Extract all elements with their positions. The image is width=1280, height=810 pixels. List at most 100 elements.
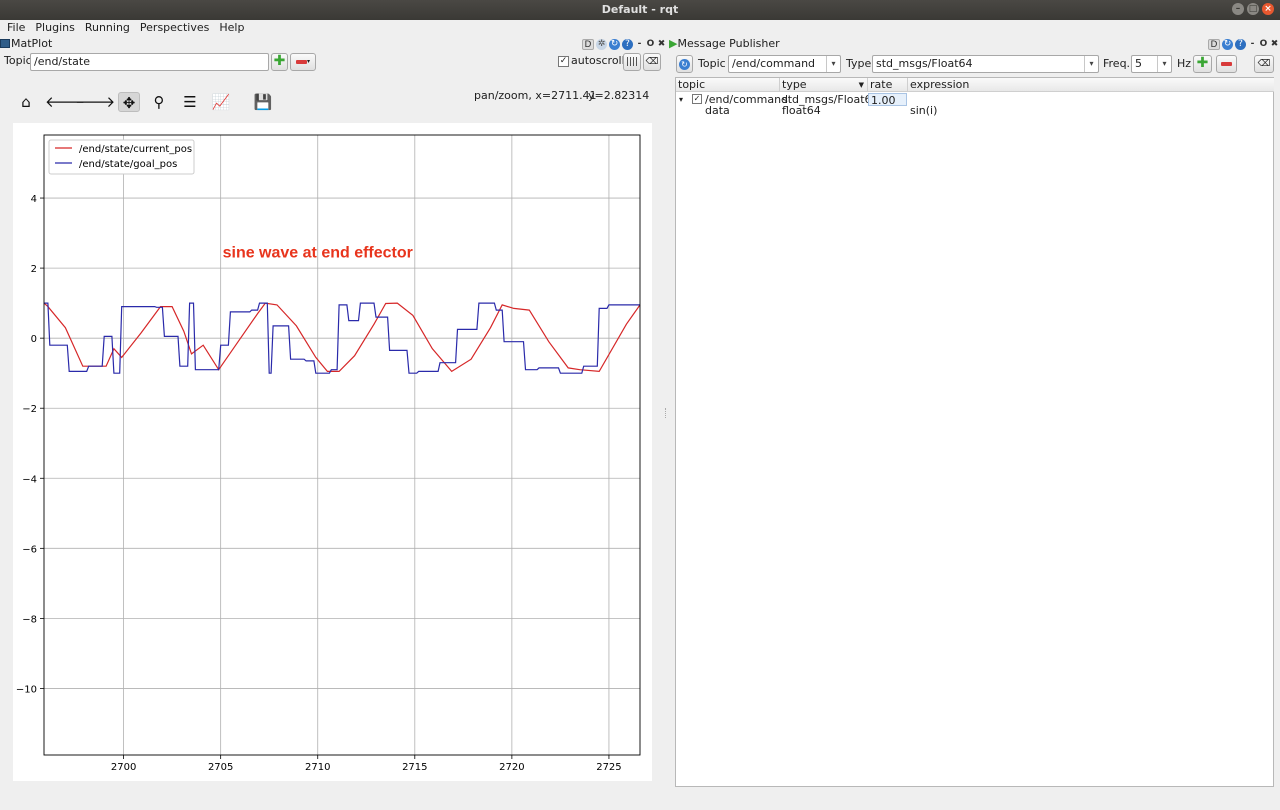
column-header-topic[interactable]: topic — [676, 78, 780, 92]
chart-annotation: sine wave at end effector — [223, 245, 413, 262]
close-dock-icon[interactable]: ✖ — [1270, 39, 1279, 50]
minus-icon — [295, 60, 307, 64]
menu-help[interactable]: Help — [219, 20, 244, 35]
field-expression[interactable]: sin(i) — [910, 104, 937, 117]
publisher-dock-title: ▶Message Publisher — [669, 36, 780, 52]
reload-icon[interactable]: ↻ — [1222, 38, 1233, 50]
add-publisher-button[interactable]: ✚ — [1193, 55, 1212, 73]
x-tick-label: 2700 — [111, 762, 136, 773]
clear-publishers-button[interactable]: ⌫ — [1254, 55, 1274, 73]
add-topic-button[interactable]: ✚ — [271, 53, 288, 71]
dock-splitter[interactable] — [665, 408, 668, 418]
y-tick-label: −6 — [22, 544, 37, 555]
clear-button[interactable]: ⌫ — [643, 53, 661, 71]
legend-label: /end/state/goal_pos — [79, 159, 177, 170]
detach-icon[interactable]: D — [582, 38, 594, 50]
clear-icon: ⌫ — [645, 57, 659, 67]
minimize-dock-icon[interactable]: - — [1248, 39, 1257, 50]
publisher-topic-value: /end/command — [732, 57, 816, 70]
matplot-dock-title: MatPlot — [0, 36, 52, 52]
pan-zoom-coords-x: pan/zoom, x=2711.41 — [474, 89, 597, 102]
publisher-type-label: Type — [846, 57, 872, 70]
y-tick-label: −2 — [22, 404, 37, 415]
maximize-icon[interactable]: □ — [1247, 3, 1259, 15]
field-type: float64 — [782, 104, 821, 117]
matplot-icon — [0, 39, 10, 48]
minimize-dock-icon[interactable]: - — [635, 39, 644, 50]
float-dock-icon[interactable]: O — [1259, 39, 1268, 50]
menu-file[interactable]: File — [7, 20, 25, 35]
pause-button[interactable]: |||| — [623, 53, 641, 71]
y-tick-label: −4 — [22, 474, 37, 485]
save-icon[interactable]: 💾 — [252, 92, 274, 112]
remove-topic-button[interactable]: ▾ — [290, 53, 316, 71]
x-tick-label: 2705 — [208, 762, 233, 773]
back-icon[interactable]: 🡐 — [45, 92, 85, 112]
refresh-topics-button[interactable]: ↻ — [676, 55, 693, 73]
matplot-title: MatPlot — [11, 37, 53, 50]
series-line-current-pos — [43, 302, 641, 373]
matplot-topic-label: Topic — [4, 54, 32, 67]
y-tick-label: −10 — [16, 684, 37, 695]
axes-frame — [43, 134, 641, 756]
publisher-tree[interactable]: topic type ▼ rate expression ▾ ✓ /end/co… — [675, 77, 1274, 787]
field-name: data — [705, 104, 730, 117]
column-header-type[interactable]: type ▼ — [780, 78, 868, 92]
x-tick-label: 2720 — [499, 762, 524, 773]
publish-enabled-checkbox[interactable]: ✓ — [692, 94, 702, 104]
help-icon[interactable]: ? — [622, 38, 633, 50]
legend-label: /end/state/current_pos — [79, 144, 192, 155]
chevron-down-icon[interactable]: ▾ — [1157, 56, 1171, 72]
configure-icon[interactable]: ☰ — [179, 92, 201, 112]
detach-icon[interactable]: D — [1208, 38, 1220, 50]
minimize-icon[interactable]: – — [1232, 3, 1244, 15]
zoom-icon[interactable]: ⚲ — [148, 92, 170, 112]
chevron-down-icon[interactable]: ▾ — [826, 56, 840, 72]
menu-bar: File Plugins Running Perspectives Help — [0, 20, 1280, 35]
expand-arrow-icon[interactable]: ▾ — [679, 93, 683, 106]
publisher-type-combo[interactable]: std_msgs/Float64 ▾ — [872, 55, 1099, 73]
float-dock-icon[interactable]: O — [646, 39, 655, 50]
publisher-dock-tools: D ↻ ? - O ✖ — [1208, 36, 1279, 52]
chevron-down-icon[interactable]: ▾ — [1084, 56, 1098, 72]
refresh-icon: ↻ — [679, 59, 690, 70]
plus-icon: ✚ — [273, 53, 286, 69]
plot-figure[interactable]: 2700 2705 2710 2715 2720 2725 4 2 0 −2 −4 −6 −8 −10 si… — [13, 123, 652, 781]
forward-icon[interactable]: 🡒 — [75, 92, 115, 112]
plus-icon: ✚ — [1196, 55, 1209, 71]
pan-icon[interactable]: ✥ — [118, 92, 140, 112]
x-tick-label: 2725 — [596, 762, 621, 773]
hz-label: Hz — [1177, 57, 1192, 70]
column-header-expression[interactable]: expression — [908, 78, 1274, 92]
x-tick-label: 2715 — [402, 762, 427, 773]
minus-icon — [1221, 62, 1232, 66]
help-icon[interactable]: ? — [1235, 38, 1246, 50]
clear-icon: ⌫ — [1257, 59, 1271, 69]
matplot-dock-tools: D ✲ ↻ ? - O ✖ — [582, 36, 666, 52]
column-header-rate[interactable]: rate — [868, 78, 908, 92]
menu-plugins[interactable]: Plugins — [35, 20, 74, 35]
x-tick-label: 2710 — [305, 762, 330, 773]
publisher-title: Message Publisher — [677, 37, 780, 50]
publisher-topic-combo[interactable]: /end/command ▾ — [728, 55, 841, 73]
menu-running[interactable]: Running — [85, 20, 130, 35]
column-header-type-label: type — [782, 78, 807, 91]
window-titlebar: Default - rqt – □ × — [0, 0, 1280, 20]
row-rate[interactable]: 1.00 — [868, 93, 907, 107]
home-icon[interactable]: ⌂ — [15, 92, 37, 112]
publisher-topic-label: Topic — [698, 57, 726, 70]
gear-icon[interactable]: ✲ — [596, 38, 607, 50]
freq-combo[interactable]: 5 ▾ — [1131, 55, 1172, 73]
remove-publisher-button[interactable] — [1216, 55, 1237, 73]
sort-indicator-icon: ▼ — [858, 81, 864, 89]
pan-zoom-coords-y: y=2.82314 — [588, 89, 650, 102]
close-dock-icon[interactable]: ✖ — [657, 39, 666, 50]
autoscroll-checkbox[interactable]: ✓ — [558, 56, 569, 67]
edit-curves-icon[interactable]: 📈 — [210, 92, 232, 112]
reload-icon[interactable]: ↻ — [609, 38, 620, 50]
matplot-topic-input[interactable]: /end/state — [30, 53, 269, 71]
y-tick-label: 4 — [31, 194, 37, 205]
menu-perspectives[interactable]: Perspectives — [140, 20, 209, 35]
close-window-icon[interactable]: × — [1262, 3, 1274, 15]
plot-canvas[interactable]: 2700 2705 2710 2715 2720 2725 4 2 0 −2 −4 −6 −8 −10 si… — [13, 123, 652, 781]
